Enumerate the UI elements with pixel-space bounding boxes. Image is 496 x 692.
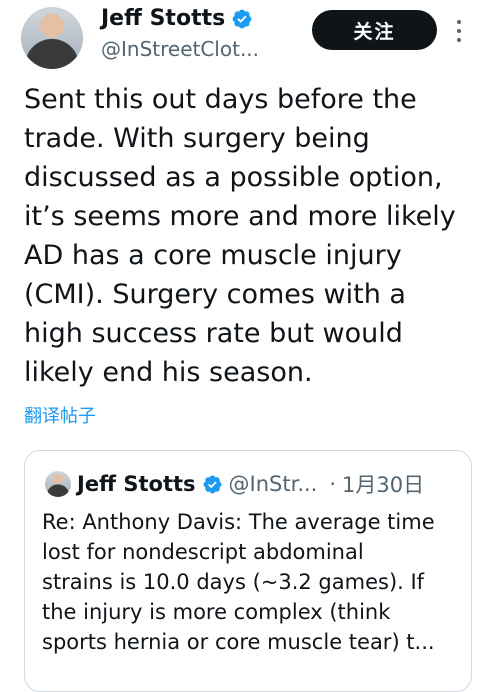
translate-post-link[interactable]: 翻译帖子 (24, 402, 96, 428)
verified-badge-icon (203, 475, 222, 493)
more-options-icon[interactable] (456, 20, 462, 42)
author-name-row[interactable]: Jeff Stotts (101, 6, 253, 31)
author-avatar[interactable] (21, 7, 83, 69)
verified-badge-icon (232, 9, 252, 28)
quoted-author-name: Jeff Stotts (77, 472, 196, 496)
author-handle[interactable]: @InStreetClot... (101, 37, 259, 61)
quoted-author-avatar (45, 471, 71, 497)
quoted-tweet-text: Re: Anthony Davis: The average time lost… (42, 510, 435, 654)
author-name[interactable]: Jeff Stotts (101, 6, 225, 31)
quoted-author-handle: @InStr... (228, 472, 318, 496)
quoted-tweet-header: Jeff Stotts @InStr... · 1月30日 (77, 469, 457, 499)
follow-button[interactable]: 关注 (312, 10, 437, 50)
quoted-tweet-date: 1月30日 (342, 473, 425, 497)
tweet-text: Sent this out days before the trade. Wit… (24, 84, 456, 388)
separator-dot: · (329, 472, 337, 496)
quoted-tweet-card[interactable]: Jeff Stotts @InStr... · 1月30日 Re: Anthon… (24, 450, 472, 692)
